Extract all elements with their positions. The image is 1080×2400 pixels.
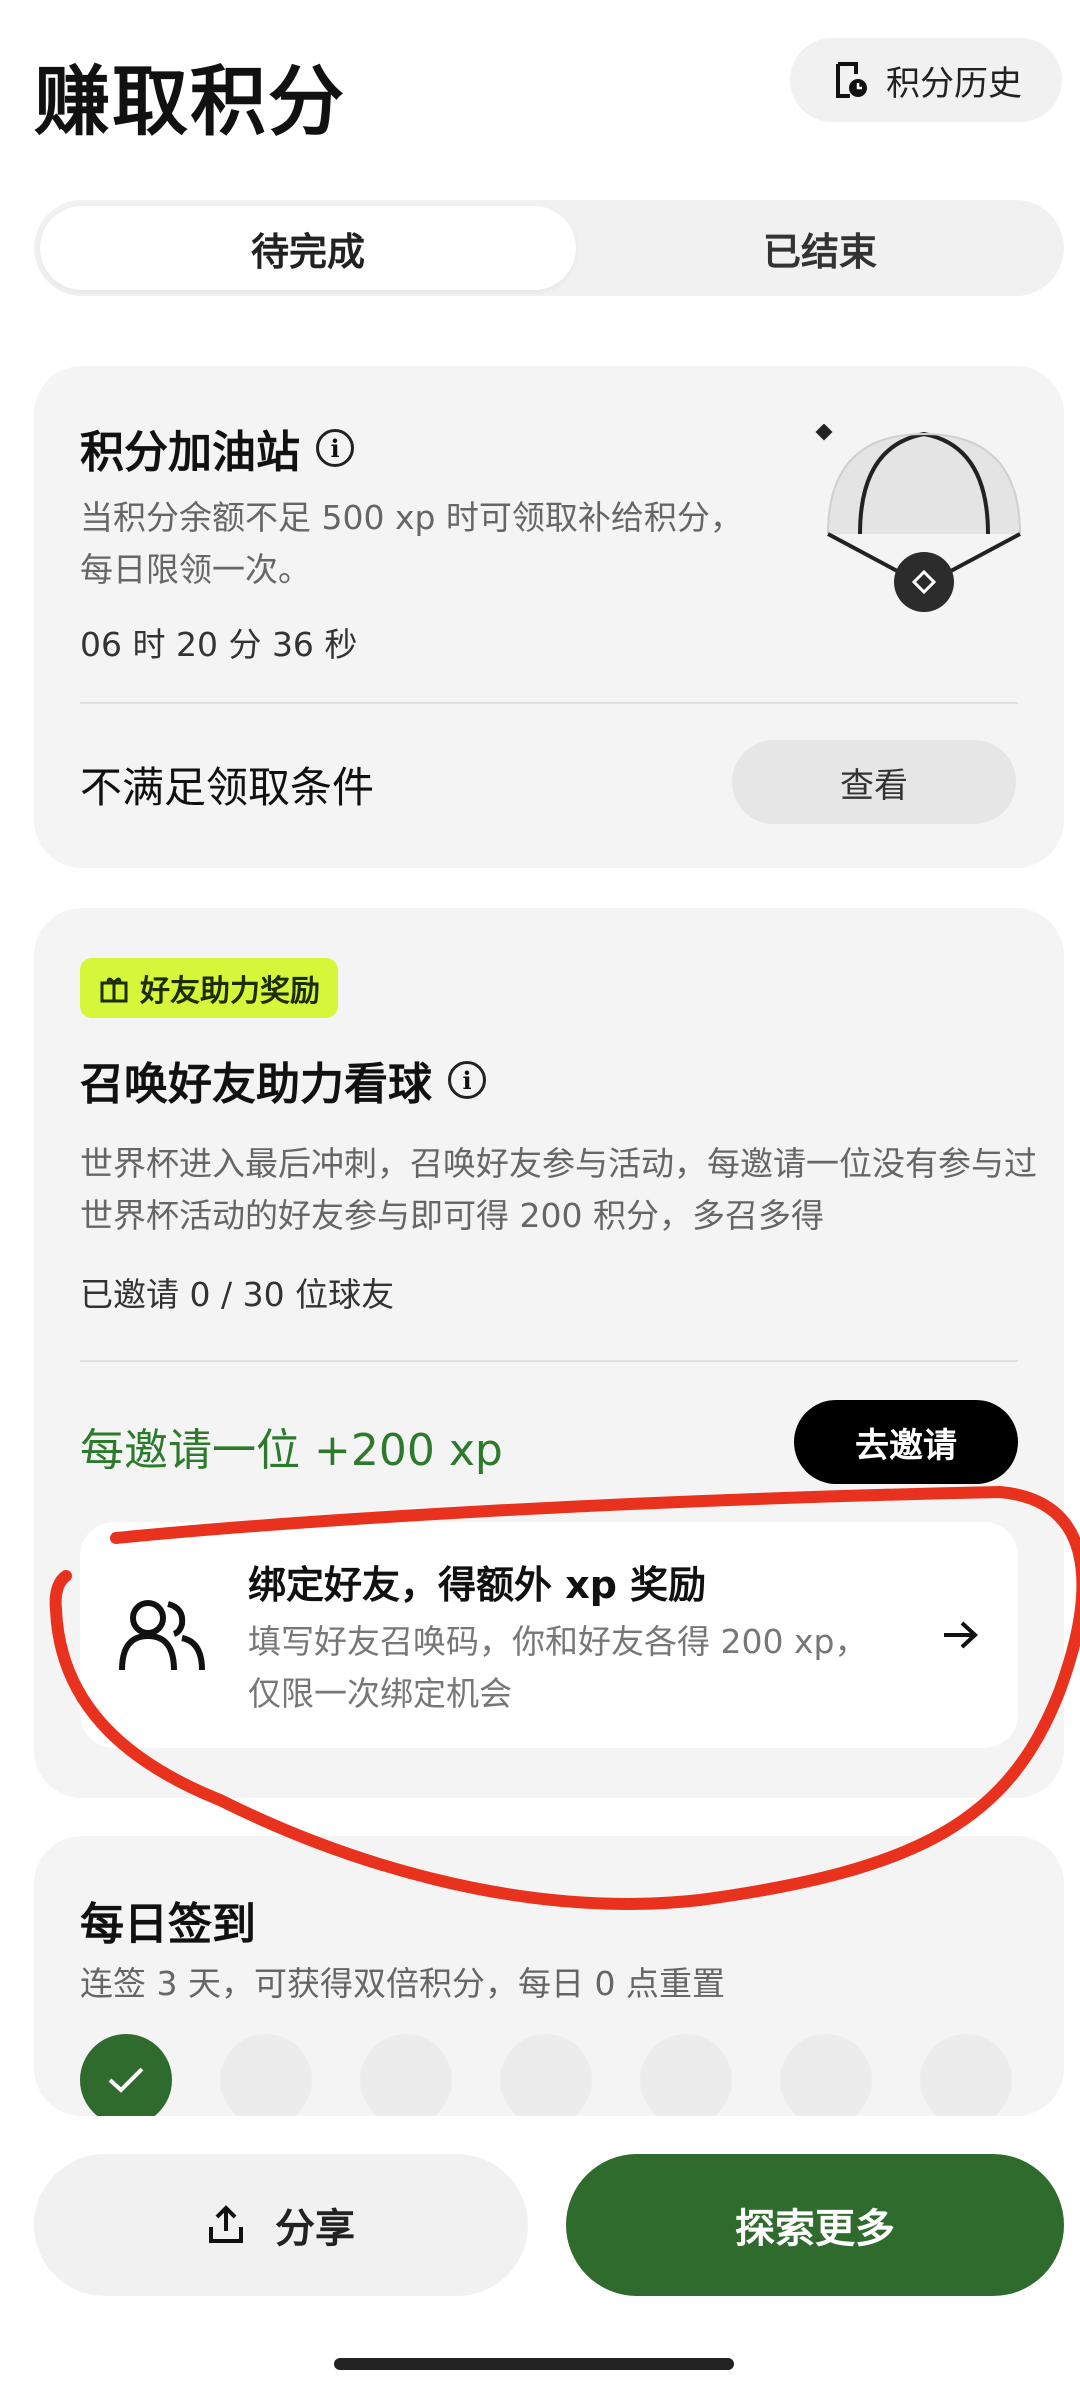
info-icon[interactable]: i [448,1061,486,1099]
home-indicator[interactable] [334,2358,734,2370]
reward-badge-label: 好友助力奖励 [140,974,320,1009]
refuel-title: 积分加油站 [80,427,300,478]
arrow-right-icon [944,1621,978,1649]
invite-description: 世界杯进入最后冲刺，召唤好友参与活动，每邀请一位没有参与过世界杯活动的好友参与即… [80,1144,1037,1235]
checkin-day-pending [640,2034,732,2116]
bind-friend-description: 填写好友召唤码，你和好友各得 200 xp，仅限一次绑定机会 [248,1622,868,1713]
invite-title: 召唤好友助力看球 [80,1059,432,1110]
history-doc-icon [836,62,867,98]
tab-ended[interactable]: 已结束 [582,206,1058,290]
page-title: 赚取积分 [34,57,346,146]
bind-friend-title: 绑定好友，得额外 xp 奖励 [248,1563,707,1607]
checkin-day-pending [920,2034,1012,2116]
checkin-description: 连签 3 天，可获得双倍积分，每日 0 点重置 [80,1964,725,2003]
points-refuel-card: 积分加油站 i 当积分余额不足 500 xp 时可领取补给积分，每日限领一次。 … [34,366,1064,868]
checkin-day-pending [220,2034,312,2116]
share-label: 分享 [275,2206,355,2252]
share-button[interactable]: 分享 [34,2154,528,2296]
parachute-icon [815,424,1021,612]
refuel-description: 当积分余额不足 500 xp 时可领取补给积分，每日限领一次。 [80,498,743,589]
view-button[interactable]: 查看 [732,740,1016,824]
invite-title-row: 召唤好友助力看球 i [80,1048,486,1112]
checkin-day-pending [780,2034,872,2116]
checkin-day-done [80,2034,172,2116]
invite-button[interactable]: 去邀请 [794,1400,1018,1484]
checkin-days-row [80,2034,1012,2116]
friends-icon [119,1600,205,1671]
refuel-title-row: 积分加油站 i [80,416,354,480]
refuel-divider [80,702,1018,704]
bind-friend-card[interactable]: 绑定好友，得额外 xp 奖励 填写好友召唤码，你和好友各得 200 xp，仅限一… [80,1522,1018,1748]
points-history-button[interactable]: 积分历史 [790,38,1062,122]
daily-checkin-card: 每日签到 连签 3 天，可获得双倍积分，每日 0 点重置 [34,1836,1064,2116]
refuel-countdown: 06 时 20 分 36 秒 [80,625,358,664]
gift-icon [100,977,128,1003]
invite-progress: 已邀请 0 / 30 位球友 [80,1275,395,1314]
explore-more-button[interactable]: 探索更多 [566,2154,1064,2296]
check-icon [108,2067,144,2093]
reward-badge: 好友助力奖励 [80,958,338,1018]
tab-pending[interactable]: 待完成 [40,206,576,290]
share-icon [209,2205,243,2243]
checkin-title: 每日签到 [80,1899,256,1950]
checkin-day-pending [500,2034,592,2116]
info-icon[interactable]: i [316,429,354,467]
status-tabs: 待完成 已结束 [34,200,1064,296]
invite-divider [80,1360,1018,1362]
invite-friends-card: 好友助力奖励 召唤好友助力看球 i 世界杯进入最后冲刺，召唤好友参与活动，每邀请… [34,908,1064,1798]
refuel-status-text: 不满足领取条件 [80,763,375,812]
checkin-day-pending [360,2034,452,2116]
points-history-label: 积分历史 [886,63,1022,104]
invite-reward-text: 每邀请一位 +200 xp [80,1425,503,1476]
